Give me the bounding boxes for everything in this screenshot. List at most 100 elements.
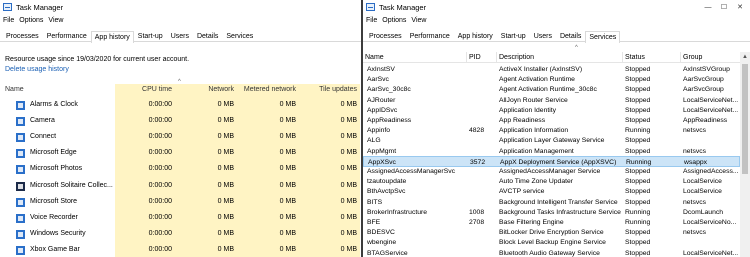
app-history-row[interactable]: Camera 0:00:00 0 MB 0 MB 0 MB	[0, 113, 361, 129]
service-row[interactable]: BTAGService Bluetooth Audio Gateway Servi…	[363, 248, 740, 257]
app-icon	[16, 213, 25, 223]
column-name[interactable]: Name	[5, 84, 105, 96]
delete-usage-history-link[interactable]: Delete usage history	[5, 66, 69, 73]
app-icon	[16, 133, 25, 143]
metered-network-value: 0 MB	[279, 165, 296, 173]
vertical-scrollbar[interactable]: ▲	[740, 52, 750, 257]
app-name: Connect	[30, 133, 57, 141]
service-status: Stopped	[625, 249, 651, 257]
tile-updates-value: 0 MB	[340, 133, 357, 141]
tab-services[interactable]: Services	[585, 31, 621, 43]
scroll-up-icon[interactable]: ▲	[740, 52, 750, 62]
tab-details[interactable]: Details	[193, 30, 222, 41]
column-name[interactable]: Name	[363, 52, 467, 63]
tile-updates-value: 0 MB	[340, 181, 357, 189]
usage-info-text: Resource usage since 19/03/2020 for curr…	[5, 56, 190, 63]
title-bar: Task Manager	[0, 0, 361, 15]
app-history-row[interactable]: Microsoft Store 0:00:00 0 MB 0 MB 0 MB	[0, 194, 361, 210]
app-history-header: Name CPU time Network Metered network Ti…	[0, 84, 361, 96]
app-name: Voice Recorder	[30, 213, 78, 221]
tab-performance[interactable]: Performance	[43, 30, 91, 41]
metered-network-value: 0 MB	[279, 245, 296, 253]
menu-options[interactable]: Options	[19, 15, 43, 27]
network-value: 0 MB	[217, 213, 234, 221]
app-history-row[interactable]: Microsoft Solitaire Collec... 0:00:00 0 MB…	[0, 178, 361, 194]
menu-view[interactable]: View	[411, 15, 426, 27]
app-name: Microsoft Solitaire Collec...	[30, 181, 113, 189]
network-value: 0 MB	[217, 229, 234, 237]
column-pid[interactable]: PID	[467, 52, 497, 63]
cpu-time-value: 0:00:00	[148, 165, 172, 173]
app-icon	[16, 245, 25, 255]
task-manager-icon	[366, 3, 375, 11]
app-name: Microsoft Edge	[30, 149, 77, 157]
cpu-time-value: 0:00:00	[148, 245, 172, 253]
cpu-time-value: 0:00:00	[148, 213, 172, 221]
app-name: Xbox Game Bar	[30, 245, 80, 253]
minimize-icon[interactable]: —	[700, 0, 716, 15]
tab-bar: Processes Performance App history Start-…	[0, 30, 361, 43]
app-history-row[interactable]: Microsoft Photos 0:00:00 0 MB 0 MB 0 MB	[0, 161, 361, 177]
app-history-row[interactable]: Windows Security 0:00:00 0 MB 0 MB 0 MB	[0, 226, 361, 242]
app-icon	[16, 117, 25, 127]
sort-arrow-icon: ^	[575, 45, 578, 51]
column-metered-network[interactable]: Metered network	[237, 84, 299, 96]
tab-app-history[interactable]: App history	[90, 31, 134, 43]
column-status[interactable]: Status	[623, 52, 681, 63]
tab-details[interactable]: Details	[556, 30, 585, 41]
metered-network-value: 0 MB	[279, 133, 296, 141]
tile-updates-value: 0 MB	[340, 117, 357, 125]
app-history-row[interactable]: Connect 0:00:00 0 MB 0 MB 0 MB	[0, 129, 361, 145]
tab-processes[interactable]: Processes	[2, 30, 43, 41]
column-description[interactable]: Description	[497, 52, 623, 63]
tab-users[interactable]: Users	[530, 30, 556, 41]
service-name: BTAGService	[367, 249, 408, 257]
menu-bar: File Options View	[0, 15, 361, 27]
network-value: 0 MB	[217, 165, 234, 173]
app-name: Alarms & Clock	[30, 101, 78, 108]
window-title: Task Manager	[379, 3, 427, 12]
column-cpu-time[interactable]: CPU time	[115, 84, 175, 96]
cpu-time-value: 0:00:00	[148, 181, 172, 189]
window-title: Task Manager	[16, 3, 64, 12]
menu-file[interactable]: File	[366, 15, 377, 27]
app-history-row[interactable]: Alarms & Clock 0:00:00 0 MB 0 MB 0 MB	[0, 97, 361, 113]
tab-start-up[interactable]: Start-up	[134, 30, 167, 41]
menu-view[interactable]: View	[48, 15, 63, 27]
app-name: Camera	[30, 117, 55, 125]
app-history-row[interactable]: Voice Recorder 0:00:00 0 MB 0 MB 0 MB	[0, 210, 361, 226]
menu-file[interactable]: File	[3, 15, 14, 27]
tab-services[interactable]: Services	[222, 30, 257, 41]
tab-app-history[interactable]: App history	[454, 30, 497, 41]
metered-network-value: 0 MB	[279, 149, 296, 157]
scrollbar-thumb[interactable]	[742, 64, 748, 174]
tab-start-up[interactable]: Start-up	[497, 30, 530, 41]
column-network[interactable]: Network	[175, 84, 237, 96]
tab-bar: Processes Performance App history Start-…	[363, 30, 750, 43]
metered-network-value: 0 MB	[279, 197, 296, 205]
maximize-icon[interactable]: ☐	[716, 0, 732, 15]
column-group[interactable]: Group	[681, 52, 740, 63]
column-tile-updates[interactable]: Tile updates	[299, 84, 360, 96]
menu-options[interactable]: Options	[382, 15, 406, 27]
app-icon	[16, 197, 25, 207]
metered-network-value: 0 MB	[279, 117, 296, 125]
metered-network-value: 0 MB	[279, 213, 296, 221]
menu-bar: File Options View	[363, 15, 750, 27]
app-name: Windows Security	[30, 229, 86, 237]
cpu-time-value: 0:00:00	[148, 117, 172, 125]
network-value: 0 MB	[217, 181, 234, 189]
title-bar: Task Manager — ☐ ✕	[363, 0, 750, 15]
tile-updates-value: 0 MB	[340, 245, 357, 253]
tab-users[interactable]: Users	[167, 30, 193, 41]
tile-updates-value: 0 MB	[340, 149, 357, 157]
network-value: 0 MB	[217, 245, 234, 253]
network-value: 0 MB	[217, 133, 234, 141]
app-history-row[interactable]: Xbox Game Bar 0:00:00 0 MB 0 MB 0 MB	[0, 242, 361, 257]
cpu-time-value: 0:00:00	[148, 133, 172, 141]
tab-processes[interactable]: Processes	[365, 30, 406, 41]
close-icon[interactable]: ✕	[732, 0, 748, 15]
app-name: Microsoft Store	[30, 197, 78, 205]
app-history-row[interactable]: Microsoft Edge 0:00:00 0 MB 0 MB 0 MB	[0, 145, 361, 161]
tab-performance[interactable]: Performance	[406, 30, 454, 41]
